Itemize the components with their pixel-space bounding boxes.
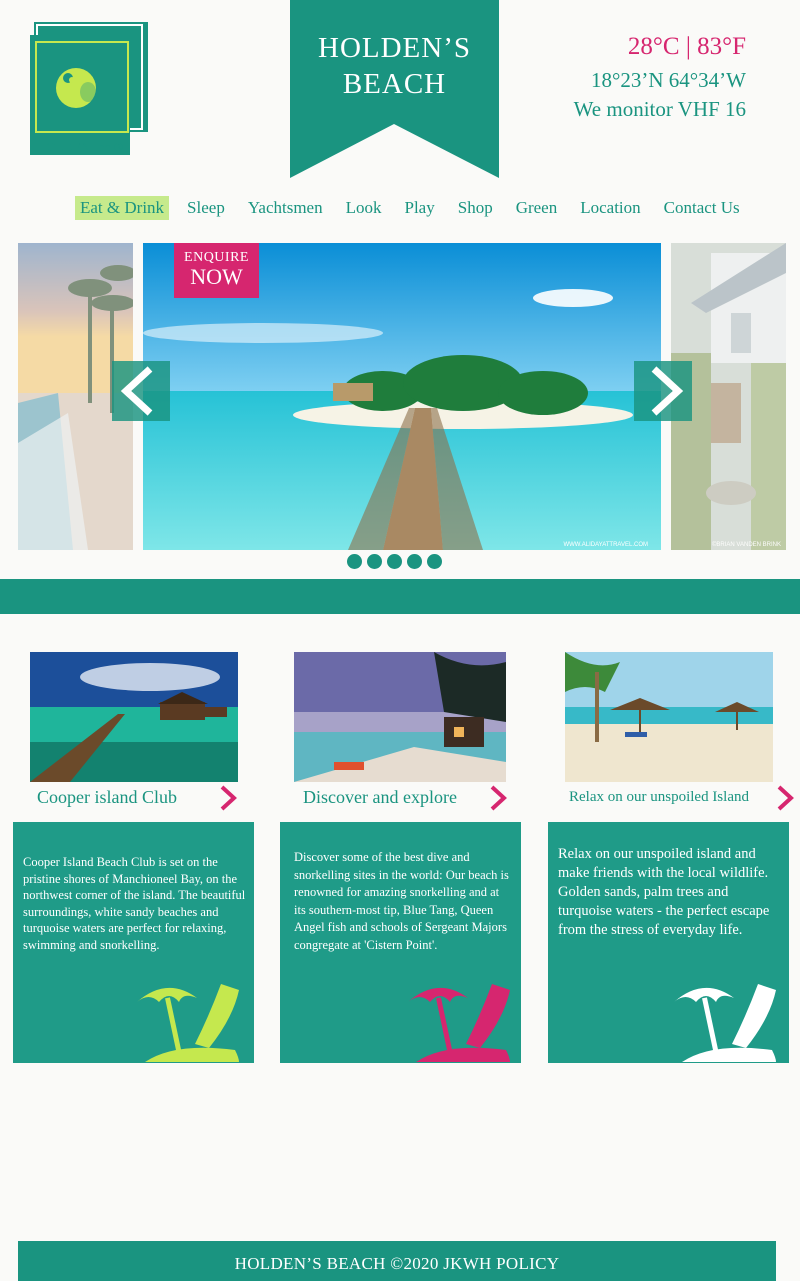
weather-panel: 28°C | 83°F 18°23’N 64°34’W We monitor V… [574, 32, 746, 123]
temperature-readout: 28°C | 83°F [627, 33, 746, 60]
card-title-discover[interactable]: Discover and explore [303, 787, 457, 808]
slider-dot[interactable] [367, 554, 382, 569]
chevron-right-icon[interactable] [775, 784, 797, 812]
card-panel-discover: Discover some of the best dive and snork… [280, 822, 521, 1063]
chevron-right-icon[interactable] [218, 784, 240, 812]
nav-item-contact[interactable]: Contact Us [659, 196, 745, 220]
slider-dot[interactable] [347, 554, 362, 569]
nav-item-look[interactable]: Look [341, 196, 387, 220]
nav-item-green[interactable]: Green [511, 196, 563, 220]
site-title[interactable]: HOLDEN’S BEACH [290, 30, 499, 102]
enquire-now-button[interactable]: ENQUIRE NOW [174, 243, 259, 298]
enquire-label: ENQUIRE [184, 250, 249, 265]
beach-umbrella-icon [674, 984, 776, 1062]
vhf-notice: We monitor VHF 16 [573, 97, 746, 121]
card-panel-cooper-island: Cooper Island Beach Club is set on the p… [13, 822, 254, 1063]
slider-dots [347, 554, 447, 569]
card-image-cooper-island[interactable] [30, 652, 238, 782]
nav-item-shop[interactable]: Shop [453, 196, 498, 220]
chevron-left-icon [120, 366, 153, 416]
site-title-line2: BEACH [342, 68, 447, 100]
nav-item-yachtsmen[interactable]: Yachtsmen [243, 196, 328, 220]
nav-item-eat-drink[interactable]: Eat & Drink [75, 196, 170, 220]
enquire-now-label: NOW [190, 264, 243, 289]
svg-text:WWW.ALIDAYATTRAVEL.COM: WWW.ALIDAYATTRAVEL.COM [563, 542, 648, 548]
beach-umbrella-icon [137, 984, 239, 1062]
nav-item-location[interactable]: Location [575, 196, 645, 220]
card-text: Cooper Island Beach Club is set on the p… [23, 855, 246, 952]
svg-text:©BRIAN VANDEN BRINK: ©BRIAN VANDEN BRINK [712, 541, 781, 548]
nav-item-sleep[interactable]: Sleep [182, 196, 230, 220]
main-nav: Eat & Drink Sleep Yachtsmen Look Play Sh… [75, 196, 758, 220]
coordinates-readout: 18°23’N 64°34’W [590, 68, 746, 92]
slider-next-button[interactable] [634, 361, 692, 421]
slider-prev-button[interactable] [112, 361, 170, 421]
slider-dot[interactable] [427, 554, 442, 569]
divider-band [0, 579, 800, 614]
footer-text: HOLDEN’S BEACH ©2020 JKWH POLICY [234, 1254, 560, 1273]
card-title-cooper-island[interactable]: Cooper island Club [37, 787, 177, 808]
logo-text: HOLDEN Inc.® [37, 139, 124, 154]
footer: HOLDEN’S BEACH ©2020 JKWH POLICY [18, 1241, 776, 1281]
card-image-discover[interactable] [294, 652, 506, 782]
card-text: Relax on our unspoiled island and make f… [558, 846, 770, 938]
card-text: Discover some of the best dive and snork… [294, 850, 509, 952]
hamster-icon [56, 68, 96, 108]
slider-dot[interactable] [407, 554, 422, 569]
card-title-relax[interactable]: Relax on our unspoiled Island [569, 789, 749, 806]
card-panel-relax: Relax on our unspoiled island and make f… [548, 822, 789, 1063]
chevron-right-icon[interactable] [488, 784, 510, 812]
card-image-relax[interactable] [565, 652, 773, 782]
beach-umbrella-icon [408, 984, 510, 1062]
slider-dot[interactable] [387, 554, 402, 569]
site-title-line1: HOLDEN’S [318, 32, 471, 64]
chevron-right-icon [651, 366, 684, 416]
nav-item-play[interactable]: Play [400, 196, 440, 220]
